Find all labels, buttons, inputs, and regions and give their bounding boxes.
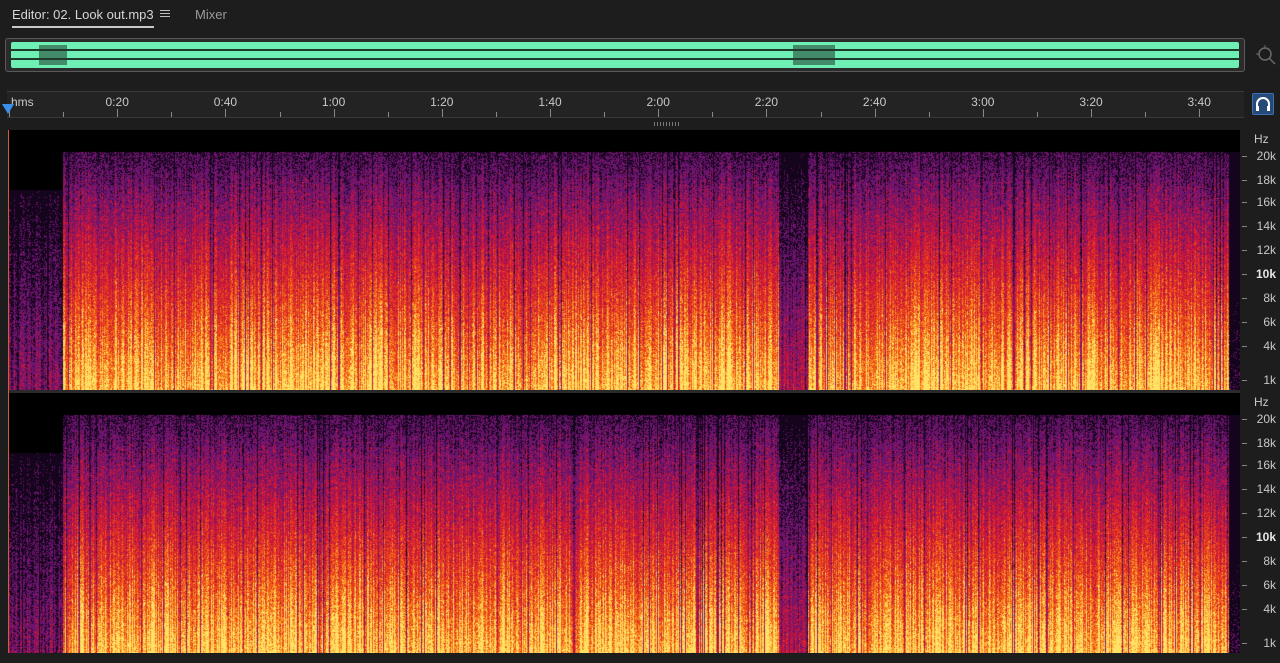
time-tick (1036, 112, 1038, 117)
frequency-unit-label: Hz (1254, 395, 1269, 409)
frequency-tick (1242, 250, 1247, 251)
time-tick (1145, 112, 1147, 117)
time-tick (387, 112, 389, 117)
spectrogram-channel-left[interactable] (8, 130, 1240, 390)
frequency-label: 6k (1263, 315, 1276, 329)
time-tick (441, 109, 443, 117)
zoom-navigator-icon[interactable] (1255, 44, 1277, 66)
time-tick (63, 112, 65, 117)
frequency-tick (1242, 513, 1247, 514)
frequency-label: 8k (1263, 291, 1276, 305)
tab-mixer[interactable]: Mixer (195, 7, 227, 26)
frequency-tick (1242, 561, 1247, 562)
frequency-tick (1242, 156, 1247, 157)
waveform-peak (39, 45, 67, 65)
frequency-tick (1242, 643, 1247, 644)
frequency-label: 16k (1256, 195, 1276, 209)
frequency-label: 18k (1256, 173, 1276, 187)
frequency-label: 4k (1263, 339, 1276, 353)
tab-editor[interactable]: Editor: 02. Look out.mp3 (12, 7, 154, 28)
frequency-label: 14k (1256, 482, 1276, 496)
frequency-tick (1242, 465, 1247, 466)
time-label: 0:20 (105, 95, 129, 109)
time-tick (604, 112, 606, 117)
frequency-label: 12k (1256, 506, 1276, 520)
frequency-tick (1242, 380, 1247, 381)
time-tick (333, 109, 335, 117)
frequency-label: 14k (1256, 219, 1276, 233)
frequency-tick (1242, 202, 1247, 203)
time-tick (117, 109, 119, 117)
time-tick (1091, 109, 1092, 117)
waveform-peak (793, 45, 835, 65)
time-ruler[interactable]: hms 0:20 0:40 1:00 1:20 1:40 2:00 2:20 2:40 3:00… (7, 91, 1244, 118)
time-label: 3:20 (1079, 95, 1103, 109)
overview-waveform[interactable] (11, 42, 1239, 68)
frequency-tick (1242, 298, 1247, 299)
time-label: 1:00 (321, 95, 346, 109)
time-label: 3:40 (1187, 95, 1211, 109)
time-label: 2:00 (646, 95, 670, 109)
frequency-tick (1242, 346, 1247, 347)
frequency-label: 10k (1255, 267, 1276, 281)
time-tick (171, 112, 173, 117)
time-label: 1:40 (538, 95, 562, 109)
frequency-tick (1242, 489, 1247, 490)
waveform-channel-1 (11, 49, 1239, 51)
time-tick (982, 109, 984, 117)
time-tick (279, 112, 281, 117)
time-tick (550, 109, 551, 117)
frequency-tick (1242, 274, 1247, 275)
time-tick (1199, 109, 1201, 117)
frequency-label: 1k (1263, 373, 1276, 387)
time-label: 3:00 (971, 95, 995, 109)
time-label: 1:20 (430, 95, 454, 109)
time-tick (928, 112, 930, 117)
frequency-tick (1242, 226, 1247, 227)
time-tick (874, 109, 876, 117)
frequency-label: 6k (1263, 578, 1276, 592)
time-unit-label: hms (11, 95, 34, 109)
clip-start-line (8, 130, 9, 653)
frequency-tick (1242, 419, 1247, 420)
frequency-label: 20k (1256, 412, 1276, 426)
time-tick (495, 112, 497, 117)
headphones-snap-icon[interactable] (1252, 93, 1274, 115)
time-label: 2:40 (862, 95, 887, 109)
frequency-tick (1242, 537, 1247, 538)
time-tick (766, 109, 768, 117)
frequency-tick (1242, 322, 1247, 323)
overview-waveform-navigator[interactable] (5, 38, 1245, 72)
time-tick (820, 112, 822, 117)
spectrogram-channel-right[interactable] (8, 393, 1240, 653)
frequency-tick (1242, 180, 1247, 181)
waveform-channel-2 (11, 58, 1239, 60)
time-tick (658, 109, 660, 117)
frequency-unit-label: Hz (1254, 132, 1269, 146)
spectral-display-left (8, 130, 1240, 390)
time-label: 2:20 (754, 95, 779, 109)
hamburger-menu-icon[interactable] (160, 8, 170, 18)
frequency-axis-left: Hz 20k 18k 16k 14k 12k 10k 8k 6k 4k 1k (1242, 130, 1280, 390)
frequency-tick (1242, 443, 1247, 444)
time-label: 0:40 (213, 95, 238, 109)
frequency-axis-right: Hz 20k 18k 16k 14k 12k 10k 8k 6k 4k 1k (1242, 393, 1280, 653)
time-tick (225, 109, 227, 117)
playhead-marker[interactable] (2, 104, 14, 114)
time-tick (712, 112, 714, 117)
frequency-tick (1242, 609, 1247, 610)
frequency-label: 20k (1256, 149, 1276, 163)
frequency-label: 1k (1263, 636, 1276, 650)
frequency-label: 8k (1263, 554, 1276, 568)
frequency-label: 4k (1263, 602, 1276, 616)
panel-tab-bar: Editor: 02. Look out.mp3 Mixer (0, 0, 1280, 32)
frequency-label: 18k (1256, 436, 1276, 450)
frequency-tick (1242, 585, 1247, 586)
resize-grip[interactable] (654, 122, 680, 126)
frequency-label: 10k (1255, 530, 1276, 544)
spectral-display-right (8, 393, 1240, 653)
frequency-label: 12k (1256, 243, 1276, 257)
frequency-label: 16k (1256, 458, 1276, 472)
